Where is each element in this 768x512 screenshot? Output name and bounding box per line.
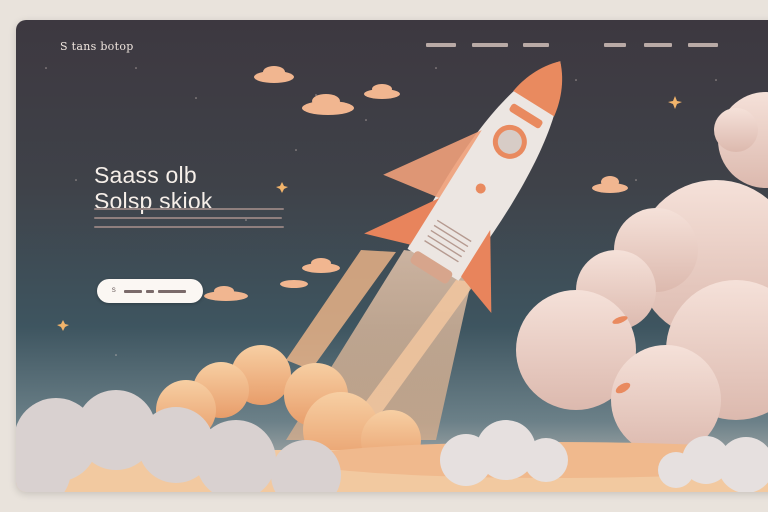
hero-headline: Saass olb Solsp skiok [94,162,213,214]
landing-page-frame: S tans botop Saass olb Solsp skiok S [16,20,768,492]
hero-headline-line-2: Solsp skiok [94,188,213,214]
nav-link-2[interactable] [472,43,508,47]
nav-link-4[interactable] [604,43,626,47]
cta-button[interactable]: S [97,279,203,303]
nav-link-1[interactable] [426,43,456,47]
nav-link-3[interactable] [523,43,549,47]
cta-glyph: S [111,288,117,294]
nav-link-6[interactable] [688,43,718,47]
top-navigation: S tans botop [16,20,768,70]
brand-logo[interactable]: S tans botop [60,40,134,53]
hero-illustration [16,61,768,492]
hero-headline-line-1: Saass olb [94,162,197,188]
nav-link-5[interactable] [644,43,672,47]
